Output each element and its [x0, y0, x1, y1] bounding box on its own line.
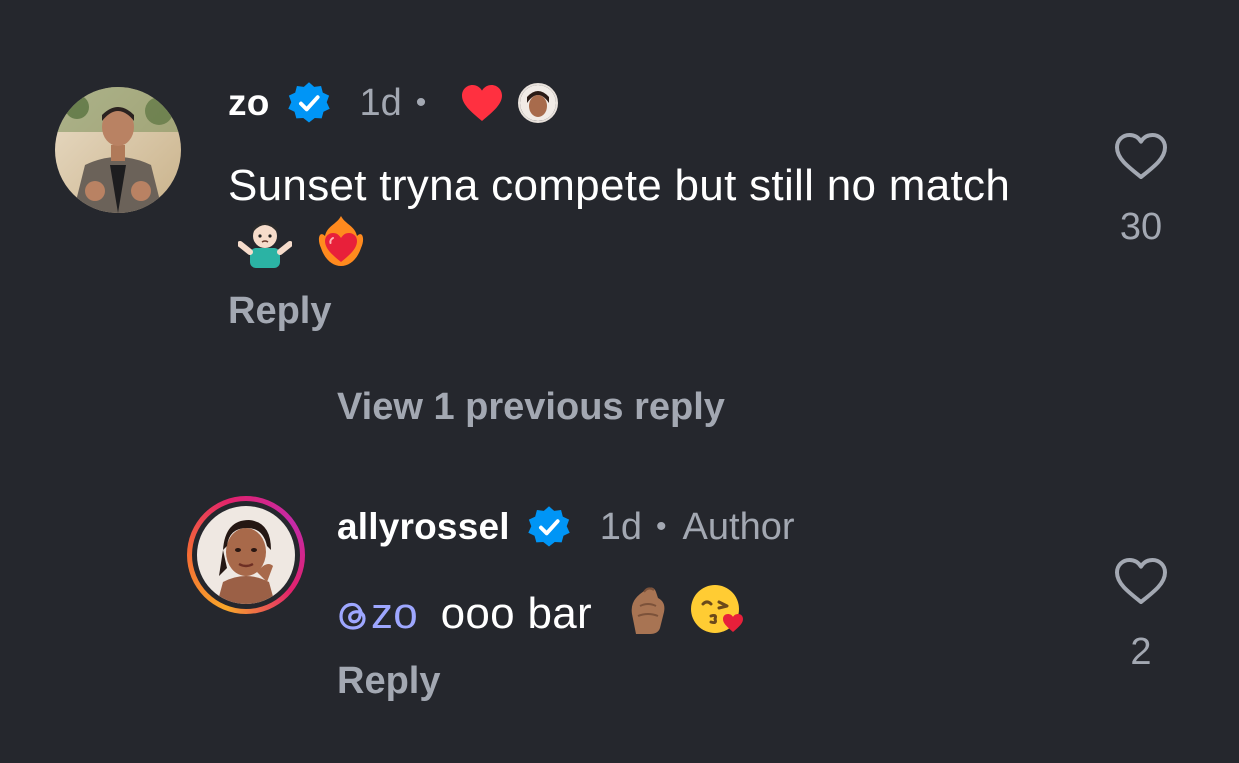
verified-badge-icon	[528, 506, 570, 547]
avatar[interactable]	[197, 506, 295, 604]
person-shrugging-emoji-icon	[238, 222, 292, 268]
like-column: 30	[1101, 131, 1181, 249]
liked-by-author-heart-icon	[462, 85, 503, 121]
like-heart-icon[interactable]	[1113, 131, 1169, 181]
view-previous-replies-button[interactable]: View 1 previous reply	[337, 386, 725, 429]
verified-badge-icon	[287, 82, 330, 123]
author-mini-avatar	[518, 83, 559, 123]
comment-header: allyrossel 1d • Author	[337, 502, 795, 552]
comment-body: ooo bar	[440, 589, 592, 638]
timestamp: 1d	[599, 505, 643, 548]
comment-text: zo ooo bar	[337, 582, 1037, 642]
username[interactable]: zo	[228, 82, 270, 124]
face-blowing-kiss-emoji-icon	[691, 585, 744, 633]
mention-link[interactable]: zo	[337, 589, 418, 638]
timestamp: 1d	[359, 81, 402, 124]
like-column: 2	[1101, 556, 1181, 674]
pinched-fingers-emoji-icon	[632, 587, 665, 634]
comments-screen: zo 1d • Sunset tryna compete but still n…	[0, 0, 1239, 763]
avatar[interactable]	[55, 87, 181, 213]
author-label: Author	[682, 505, 795, 548]
like-count: 2	[1130, 631, 1152, 673]
separator-dot: •	[415, 86, 427, 119]
mention-username: zo	[371, 589, 419, 638]
like-count: 30	[1119, 206, 1163, 248]
like-heart-icon[interactable]	[1113, 556, 1169, 606]
comment-header: zo 1d •	[228, 78, 559, 128]
comment-text: Sunset tryna compete but still no match	[228, 158, 1048, 274]
separator-dot: •	[656, 510, 667, 543]
profile-photo	[55, 87, 181, 213]
threads-mention-icon	[339, 602, 366, 630]
heart-on-fire-emoji-icon	[318, 216, 363, 266]
reply-button[interactable]: Reply	[228, 290, 331, 333]
reply-button[interactable]: Reply	[337, 660, 440, 703]
author-mini-photo	[520, 85, 557, 121]
comment-body: Sunset tryna compete but still no match	[228, 161, 1011, 210]
profile-photo	[197, 506, 295, 604]
username[interactable]: allyrossel	[337, 506, 510, 548]
